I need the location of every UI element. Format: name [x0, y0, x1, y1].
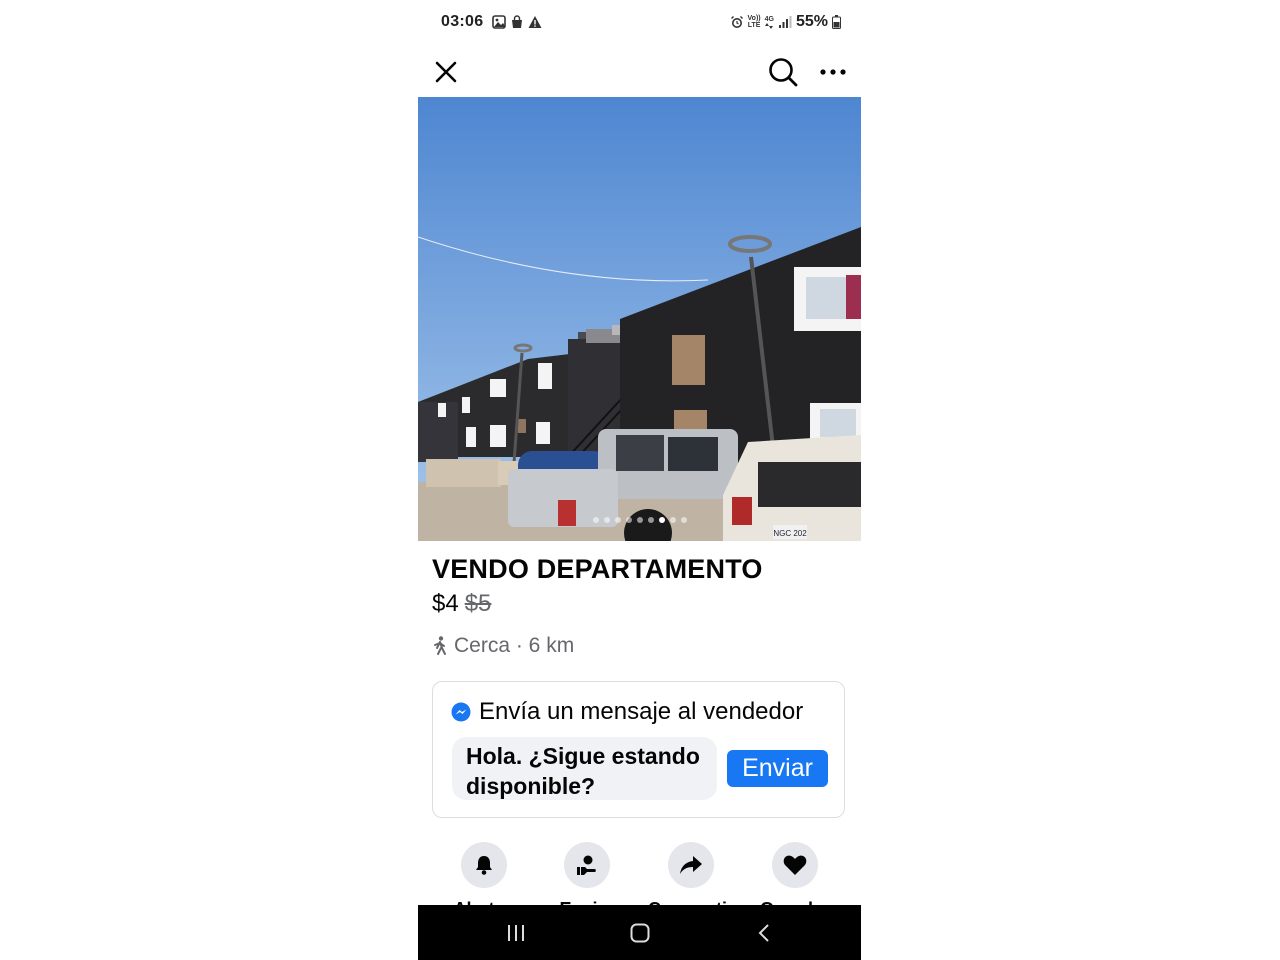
current-price: $4 — [432, 590, 459, 617]
volte-label-top: Vo)) — [747, 15, 761, 22]
shopping-bag-icon — [512, 15, 522, 28]
pagination-dot[interactable] — [592, 517, 599, 523]
search-icon — [769, 58, 798, 87]
pagination-dot[interactable] — [636, 517, 643, 523]
message-input[interactable]: Hola. ¿Sigue estando disponible? — [452, 737, 717, 800]
share-icon — [680, 856, 702, 874]
listing-price: $4 $5 — [432, 590, 491, 618]
network-type: 4G — [764, 15, 774, 23]
pagination-dot[interactable] — [658, 517, 665, 523]
alerts-action-button[interactable] — [461, 842, 507, 888]
close-button[interactable] — [426, 52, 466, 92]
send-to-person-icon — [577, 855, 596, 875]
home-icon — [630, 923, 650, 943]
network-indicator: 4G — [765, 16, 774, 29]
pagination-dot[interactable] — [680, 517, 687, 523]
pagination-dot[interactable] — [603, 517, 610, 523]
pagination-dot[interactable] — [669, 517, 676, 523]
share-action-button[interactable] — [668, 842, 714, 888]
back-icon — [758, 924, 769, 942]
recent-apps-button[interactable] — [496, 918, 536, 948]
battery-icon — [832, 15, 841, 29]
send-action-button[interactable] — [564, 842, 610, 888]
listing-distance: Cerca · 6 km — [432, 634, 574, 658]
phone-screen: 03:06 Vo)) LTE 4G 55% NGC 202 VENDO DEPA… — [418, 0, 861, 960]
signal-icon — [778, 16, 792, 28]
apartment-building-image: NGC 202 — [418, 97, 861, 541]
volte-label-bottom: LTE — [747, 22, 761, 29]
photo-pagination — [418, 517, 861, 523]
send-message-button[interactable]: Enviar — [727, 750, 828, 787]
pagination-dot[interactable] — [614, 517, 621, 523]
recent-apps-icon — [508, 925, 524, 941]
battery-percent: 55% — [795, 13, 828, 30]
original-price: $5 — [464, 590, 492, 617]
listing-actions: Alertas Enviar Compartir Guardar — [418, 842, 861, 919]
gallery-icon — [492, 15, 506, 29]
message-seller-card: Envía un mensaje al vendedor Hola. ¿Sigu… — [432, 681, 845, 818]
alarm-icon — [730, 16, 743, 28]
more-icon — [820, 69, 846, 75]
walking-person-icon — [434, 636, 446, 655]
status-time: 03:06 — [441, 13, 484, 30]
pagination-dot[interactable] — [625, 517, 632, 523]
home-button[interactable] — [620, 918, 660, 948]
listing-photo[interactable]: NGC 202 — [418, 97, 861, 541]
close-icon — [435, 61, 457, 83]
warning-icon — [528, 16, 542, 28]
status-bar: 03:06 Vo)) LTE 4G 55% — [418, 0, 861, 48]
listing-title: VENDO DEPARTAMENTO — [432, 554, 763, 584]
top-nav — [418, 48, 861, 97]
volte-icon: Vo)) LTE — [748, 15, 761, 29]
android-nav-bar — [418, 905, 861, 960]
message-seller-header: Envía un mensaje al vendedor — [451, 698, 803, 726]
distance-text: Cerca · 6 km — [454, 634, 575, 657]
heart-icon — [783, 855, 807, 875]
pagination-dot[interactable] — [647, 517, 654, 523]
plate-suv: NGC 202 — [773, 529, 807, 538]
message-seller-title: Envía un mensaje al vendedor — [479, 698, 804, 725]
save-action-button[interactable] — [772, 842, 818, 888]
status-icons-right: Vo)) LTE 4G 55% — [730, 13, 841, 31]
bell-icon — [476, 856, 492, 875]
status-icons-left — [492, 15, 542, 29]
data-arrows-icon — [765, 22, 774, 29]
more-button[interactable] — [813, 52, 853, 92]
back-button[interactable] — [744, 918, 784, 948]
search-button[interactable] — [763, 52, 803, 92]
messenger-icon — [451, 702, 471, 722]
